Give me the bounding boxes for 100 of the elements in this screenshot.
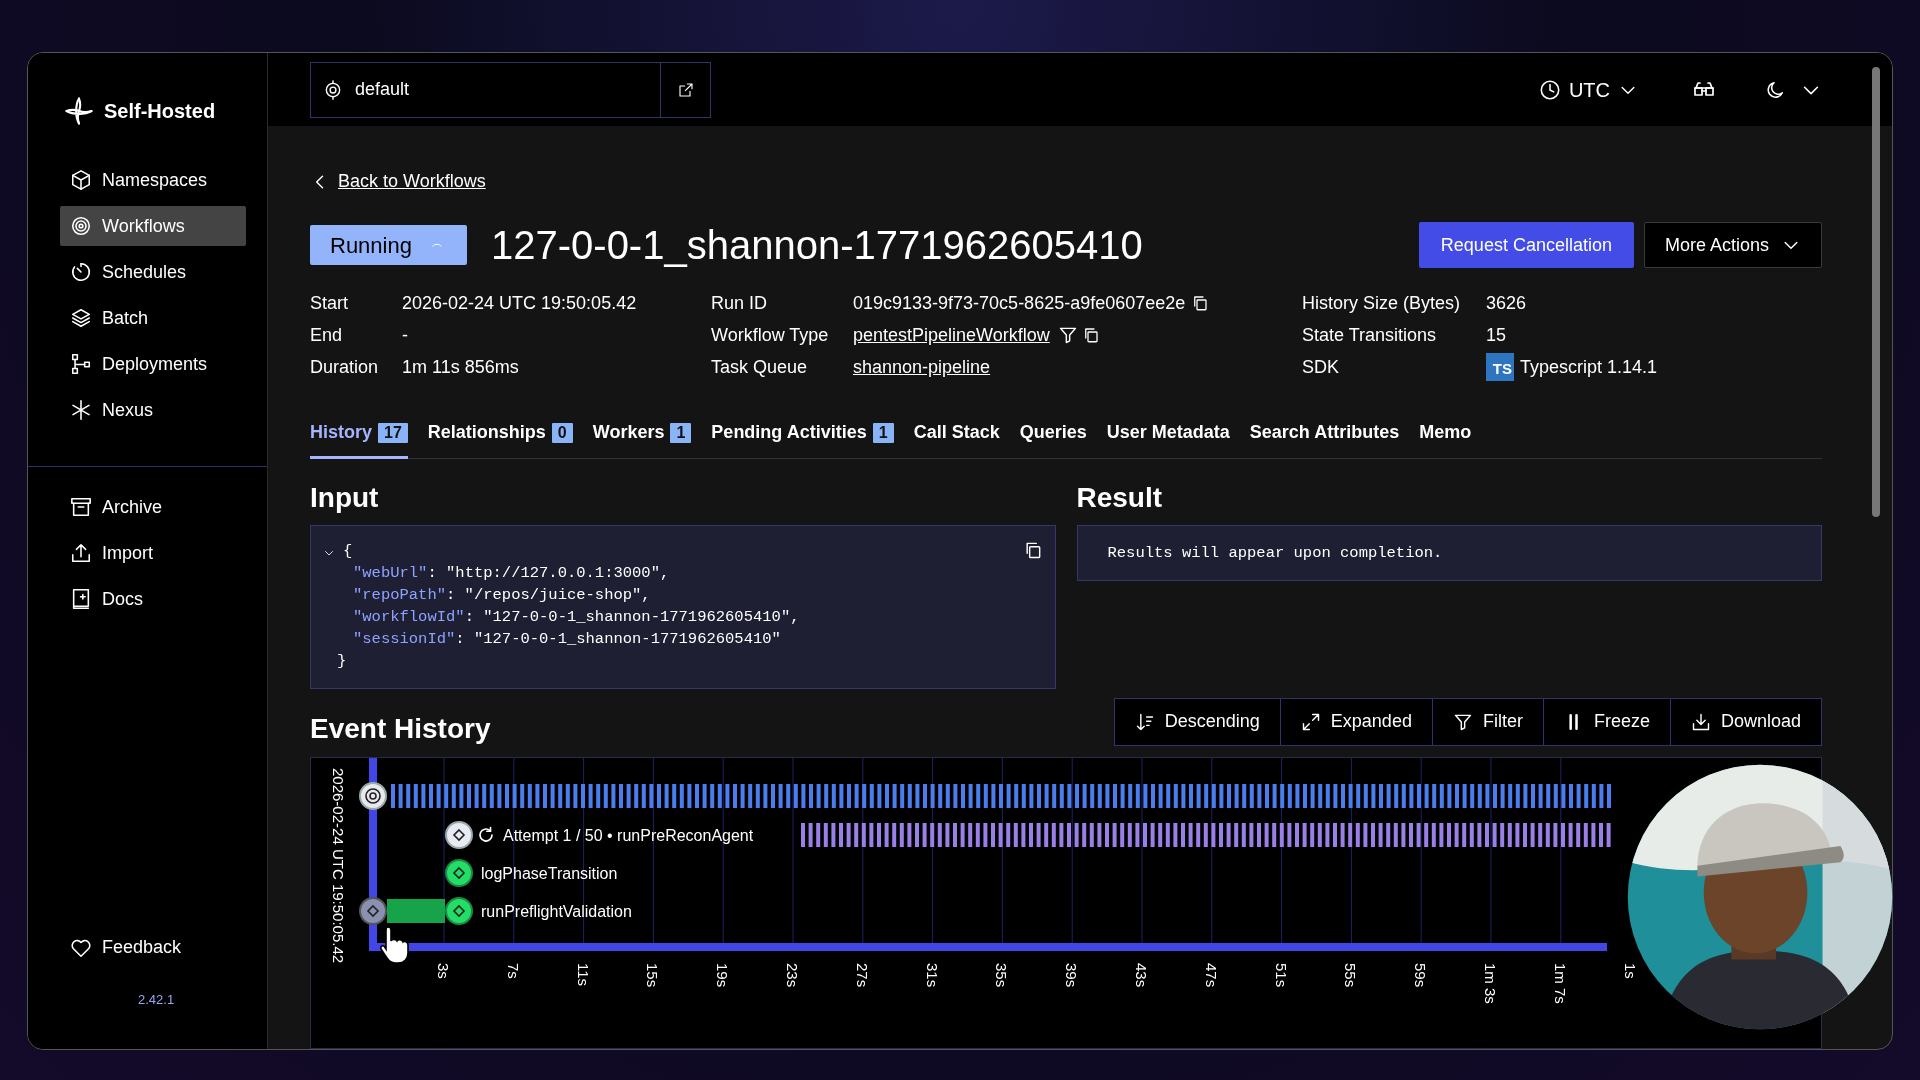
code-line: } xyxy=(336,650,348,672)
tick-label: 43s xyxy=(1133,962,1150,987)
detail-value: 2026-02-24 UTC 19:50:05.42 xyxy=(402,291,637,315)
tab[interactable]: Queries xyxy=(1019,411,1087,459)
code-line: "workflowId": "127-0-0-1_shannon-1771962605410", xyxy=(352,606,801,628)
event-bar[interactable] xyxy=(391,783,1611,808)
upload-icon xyxy=(70,542,92,564)
detail-label: End xyxy=(310,323,344,347)
tick-label: 23s xyxy=(784,962,801,987)
detail-value: Typescript 1.14.1 xyxy=(1520,355,1658,379)
sidebar-item[interactable]: Nexus xyxy=(60,390,246,430)
event-node[interactable] xyxy=(445,820,473,849)
workflow-node[interactable] xyxy=(359,781,387,810)
count-badge: 17 xyxy=(378,422,408,443)
tick-label: 39s xyxy=(1063,962,1081,987)
namespace-icon xyxy=(323,79,343,100)
copy-icon[interactable] xyxy=(1191,294,1210,312)
timezone-selector[interactable]: UTC xyxy=(1532,73,1644,106)
tick-label: 1m 7s xyxy=(1551,962,1569,1004)
task-queue-link[interactable]: shannon-pipeline xyxy=(853,353,991,381)
sidebar-item[interactable]: Namespaces xyxy=(60,160,246,200)
detail-value: - xyxy=(402,323,408,347)
tick-label: 15s xyxy=(644,962,662,987)
sidebar-item[interactable]: Archive xyxy=(60,487,246,527)
detail-label: Duration xyxy=(310,355,380,379)
event-label: runPreflightValidation xyxy=(481,902,632,920)
back-link[interactable]: Back to Workflows xyxy=(338,168,486,195)
tab[interactable]: Search Attributes xyxy=(1249,411,1400,459)
section-heading: Result xyxy=(1076,481,1164,515)
archive-icon xyxy=(70,496,92,518)
detail-value: 1m 11s 856ms xyxy=(402,355,519,379)
tab[interactable]: History 17 xyxy=(310,411,408,459)
code-line: "repoPath": "/repos/juice-shop", xyxy=(352,584,652,606)
event-node[interactable] xyxy=(359,896,387,925)
detail-label: SDK xyxy=(1302,355,1340,379)
scrollbar-thumb[interactable] xyxy=(1872,67,1880,517)
detail-value: 15 xyxy=(1486,323,1507,347)
event-bar[interactable] xyxy=(801,822,1611,847)
tick-label: 19s xyxy=(714,962,732,987)
sidebar-item[interactable]: Schedules xyxy=(60,252,246,292)
tick-label: 59s xyxy=(1412,962,1430,987)
tab[interactable]: Workers 1 xyxy=(592,411,692,459)
retry-icon xyxy=(479,826,493,842)
sidebar-item[interactable]: Import xyxy=(60,533,246,573)
detail-label: Start xyxy=(310,291,349,315)
tick-label: 11s xyxy=(574,962,592,986)
count-badge: 1 xyxy=(670,422,692,443)
logo-icon xyxy=(64,96,94,126)
tick-label: 27s xyxy=(853,962,871,987)
tick-label: 7s xyxy=(504,962,522,979)
sidebar-item[interactable]: Deployments xyxy=(60,344,246,384)
event-label: Attempt 1 / 50 • runPreReconAgent xyxy=(503,826,754,844)
count-badge: 1 xyxy=(872,422,894,443)
tab[interactable]: User Metadata xyxy=(1106,411,1230,459)
filter-icon[interactable] xyxy=(1057,325,1078,345)
tab[interactable]: Relationships 0 xyxy=(427,411,573,459)
namespace-selector[interactable]: default xyxy=(310,61,711,118)
sidebar-item[interactable]: Workflows xyxy=(60,206,246,246)
detail-value: 3626 xyxy=(1486,291,1527,315)
detail-label: State Transitions xyxy=(1302,323,1438,347)
detail-value: 019c9133-9f73-70c5-8625-a9fe0607ee2e xyxy=(853,291,1186,315)
tick-label: 1m 3s xyxy=(1482,962,1499,1004)
sidebar-item[interactable]: Batch xyxy=(60,298,246,338)
tick-label: 47s xyxy=(1202,962,1220,987)
detail-label: Workflow Type xyxy=(711,323,830,347)
count-badge: 0 xyxy=(551,422,573,443)
namespace-name: default xyxy=(355,78,410,101)
workflow-type-link[interactable]: pentestPipelineWorkflow xyxy=(853,321,1050,349)
section-heading: Event History xyxy=(310,712,491,746)
sidebar-item[interactable]: Docs xyxy=(60,579,246,619)
event-node[interactable] xyxy=(445,896,473,925)
tab[interactable]: Memo xyxy=(1419,411,1472,459)
tick-label: 31s xyxy=(923,962,941,987)
asterisk-icon xyxy=(70,399,92,421)
detail-label: Run ID xyxy=(711,291,769,315)
more-actions-button[interactable]: More Actions xyxy=(1643,222,1822,268)
section-heading: Input xyxy=(310,481,380,515)
brand-name: Self-Hosted xyxy=(104,99,216,124)
concentric-circles-icon xyxy=(70,215,92,237)
tab[interactable]: Call Stack xyxy=(913,411,1000,459)
book-icon xyxy=(70,588,92,610)
tab[interactable]: Pending Activities 1 xyxy=(711,411,894,459)
event-node[interactable] xyxy=(445,858,473,887)
download-icon xyxy=(1690,711,1711,732)
external-link-icon xyxy=(677,81,694,98)
version-label: 2.42.1 xyxy=(137,990,176,1009)
layers-icon xyxy=(70,307,92,329)
workflow-id: 127-0-0-1_shannon-1771962605410 xyxy=(491,222,1143,269)
duration-bar[interactable] xyxy=(387,898,445,923)
tick-label: 35s xyxy=(993,962,1011,987)
hierarchy-icon xyxy=(70,353,92,375)
detail-label: Task Queue xyxy=(711,355,809,379)
request-cancellation-button[interactable]: Request Cancellation xyxy=(1418,222,1634,268)
detail-label: History Size (Bytes) xyxy=(1302,291,1462,315)
feedback-link[interactable]: Feedback xyxy=(60,927,246,968)
result-message: Results will appear upon completion. xyxy=(1107,543,1443,562)
cube-icon xyxy=(70,169,92,191)
status-badge: Running xyxy=(310,225,467,265)
tick-label: 51s xyxy=(1272,962,1290,987)
expand-arrows-icon xyxy=(1300,711,1321,732)
